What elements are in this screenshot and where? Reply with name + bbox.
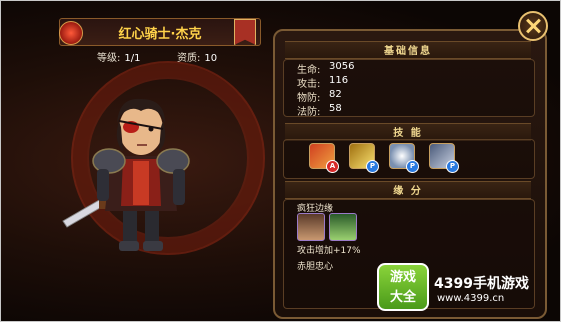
game-screen: 红心骑士·杰克 等级: 1/1 资质: 10 基础信息 生命: 3056 攻击:… [0,0,561,322]
attribute-value: 116 [329,75,349,86]
basic-info-box [283,59,535,117]
sword-slash-skill-icon[interactable]: A [309,143,339,173]
bonds-header: 缘 分 [285,181,531,199]
hero-name: 红心骑士·杰克 [118,27,202,42]
attribute-attack: 攻击: 116 [297,75,348,90]
quality-label: 资质: [177,53,201,64]
attribute-magic-defense: 法防: 58 [297,103,342,118]
quality-value: 10 [204,53,218,64]
attribute-value: 3056 [329,61,355,72]
watermark-logo-top: 游戏 [389,270,416,285]
bond-effect: 攻击增加+17% [297,246,361,256]
quality-stat: 资质: 10 [177,49,217,64]
attribute-value: 58 [329,103,342,114]
skill-type-badge: A [326,160,339,173]
bond-hero-portrait[interactable] [297,213,325,241]
silver-orb-skill-icon[interactable]: P [389,143,419,173]
skill-type-badge: P [406,160,419,173]
skill-type-badge: P [446,160,459,173]
watermark-logo: 游戏 大全 [377,263,429,311]
watermark-url: www.4399.cn [437,293,505,304]
hero-character [62,98,190,251]
skill-type-badge: P [366,160,379,173]
bond-hero-portrait[interactable] [329,213,357,241]
watermark-logo-bottom: 大全 [389,290,416,305]
attribute-label: 法防: [297,107,321,118]
attribute-value: 82 [329,89,342,100]
heart-emblem-icon [59,21,83,45]
basic-info-header: 基础信息 [285,41,531,59]
bond-name: 赤胆忠心 [297,262,334,272]
watermark-brand: 4399手机游戏 [434,276,529,292]
level-value: 1/1 [124,53,141,64]
level-label: 等级: [97,53,121,64]
attribute-physical-defense: 物防: 82 [297,89,342,104]
attribute-hp: 生命: 3056 [297,61,354,76]
knight-helmet-skill-icon[interactable]: P [429,143,459,173]
hero-name-bar: 红心骑士·杰克 [59,18,261,46]
golden-spikes-skill-icon[interactable]: P [349,143,379,173]
close-button[interactable] [518,11,548,41]
level-stat: 等级: 1/1 [97,49,140,64]
